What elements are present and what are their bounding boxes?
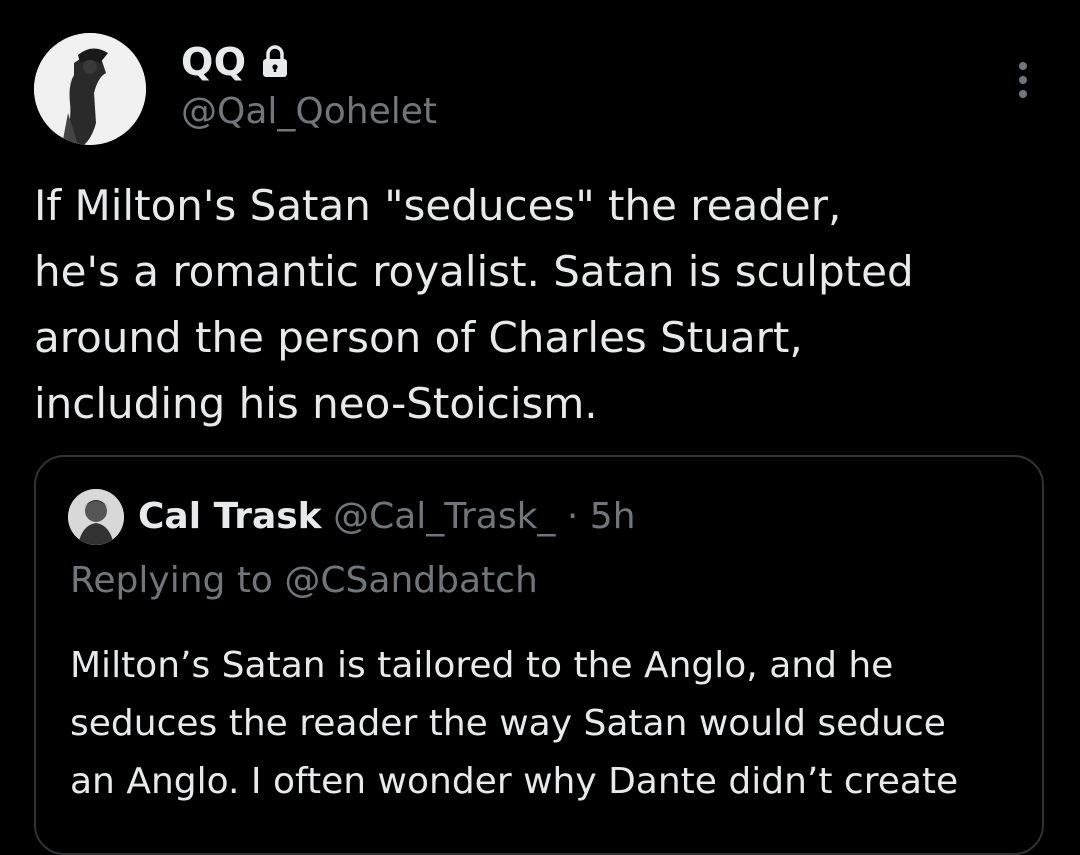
quoted-header: Cal Trask @Cal_Trask_ · 5h [138, 493, 636, 541]
more-options-button[interactable] [1008, 58, 1038, 102]
tweet-text: If Milton's Satan "seduces" the reader, … [34, 181, 914, 428]
lock-icon [261, 45, 289, 79]
profile-avatar-icon [34, 33, 146, 145]
quoted-replying-to: Replying to @CSandbatch [70, 560, 538, 601]
quoted-tweet-card[interactable]: Cal Trask @Cal_Trask_ · 5h Replying to @… [34, 455, 1044, 855]
quoted-author-avatar[interactable] [68, 489, 124, 545]
quoted-handle[interactable]: @Cal_Trask_ [333, 496, 555, 537]
quoted-separator: · [566, 496, 579, 537]
author-name-row[interactable]: QQ [181, 40, 289, 84]
quoted-avatar-icon [68, 489, 124, 545]
more-vertical-icon [1019, 62, 1027, 98]
author-handle[interactable]: @Qal_Qohelet [181, 90, 437, 134]
quoted-tweet-text: Milton’s Satan is tailored to the Anglo,… [70, 645, 959, 802]
quoted-timestamp[interactable]: 5h [590, 496, 636, 537]
quoted-display-name[interactable]: Cal Trask [138, 496, 322, 537]
author-avatar[interactable] [34, 33, 146, 145]
author-display-name[interactable]: QQ [181, 40, 247, 84]
